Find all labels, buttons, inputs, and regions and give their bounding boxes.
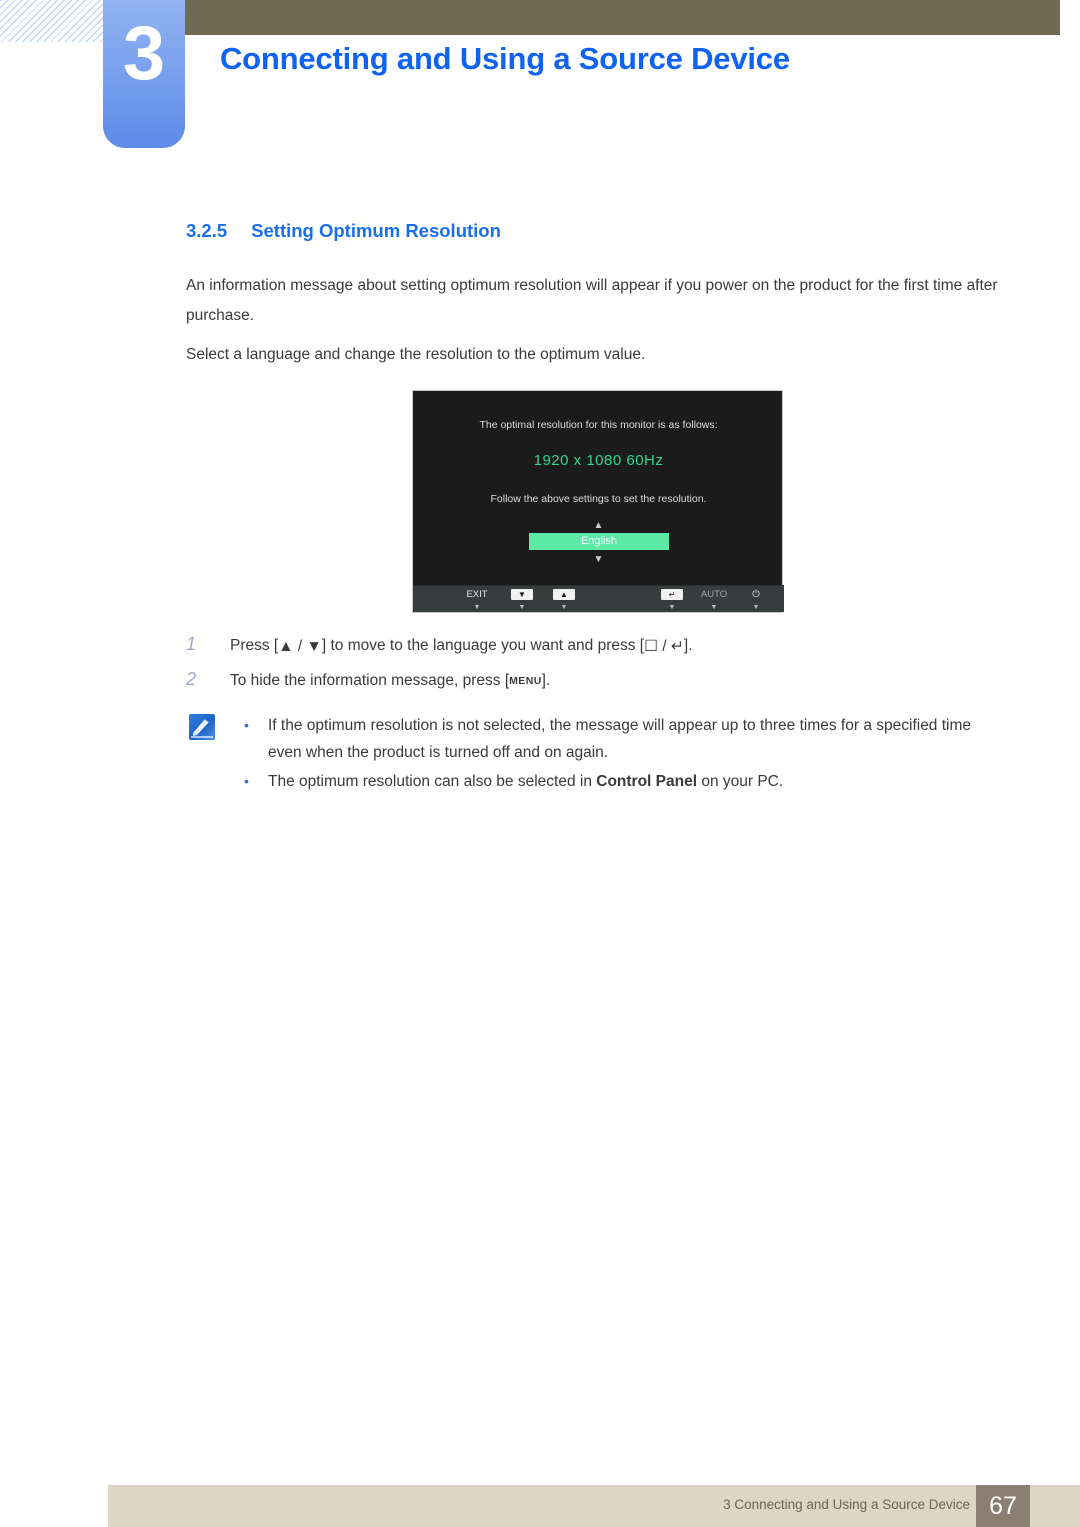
footer-bar: 3 Connecting and Using a Source Device 6… [108,1485,1080,1527]
section-title: Setting Optimum Resolution [251,220,501,241]
note-bullet-2-bold: Control Panel [596,773,698,790]
power-icon: ⏻ [752,589,760,600]
osd-button-enter-icon: ↵ [661,589,683,600]
osd-button-power[interactable]: ⏻ ▼ [733,589,779,612]
osd-button-power-tick: ▼ [752,604,760,611]
note-bullet-2-text-after: on your PC. [697,773,784,790]
osd-button-up[interactable]: ▲ ▼ [541,589,587,612]
osd-button-enter-tick: ▼ [668,604,676,611]
osd-button-up-icon: ▲ [553,589,575,600]
step-1-text-before: Press [ [230,637,279,654]
section-number: 3.2.5 [186,220,228,241]
corner-hatch-decoration [0,0,108,42]
osd-button-down[interactable]: ▼ ▼ [499,589,545,612]
step-2-text-after: ]. [541,672,551,689]
note-bullet-1-text: If the optimum resolution is not selecte… [268,717,972,761]
body-paragraph-2: Select a language and change the resolut… [186,346,646,363]
osd-button-exit-label: EXIT [466,589,488,600]
chapter-tab: 3 [103,0,185,148]
note-bullet-2: • The optimum resolution can also be sele… [244,768,1003,795]
step-2: 2 To hide the information message, press … [186,666,550,694]
step-1-text-after: ]. [683,637,693,654]
footer-chapter-text: 3 Connecting and Using a Source Device [723,1497,970,1512]
osd-button-up-tick: ▼ [560,604,568,611]
osd-button-auto-tick: ▼ [710,604,718,611]
osd-button-bar: EXIT ▼ ▼ ▼ ▲ ▼ ↵ ▼ AUTO ▼ ⏻ ▼ [413,585,784,612]
osd-button-auto-label: AUTO [700,589,728,600]
footer-page-number-box: 67 [976,1485,1030,1527]
osd-button-exit[interactable]: EXIT ▼ [454,589,500,612]
step-2-text-before: To hide the information message, press [ [230,672,510,689]
osd-button-exit-tick: ▼ [473,604,481,611]
osd-resolution-value: 1920 x 1080 60Hz [533,452,664,469]
osd-language-label: English [580,535,618,547]
up-down-arrow-keys-icon: ▲ / ▼ [278,638,322,655]
section-heading: 3.2.5 Setting Optimum Resolution [186,220,501,242]
step-1-index: 1 [186,634,197,654]
osd-arrow-down-icon[interactable]: ▼ [413,555,784,565]
chapter-title: Connecting and Using a Source Device [220,41,790,76]
chapter-number: 3 [122,11,166,96]
osd-screenshot: The optimal resolution for this monitor … [412,390,784,613]
note-bullet-1: • If the optimum resolution is not select… [244,712,1003,766]
note-bullet-2-text-before: The optimum resolution can also be selec… [268,773,597,790]
osd-button-down-tick: ▼ [518,604,526,611]
osd-message-line-1: The optimal resolution for this monitor … [479,419,718,431]
step-1: 1 Press [▲ / ▼] to move to the language y… [186,631,693,660]
osd-button-down-icon: ▼ [511,589,533,600]
page-number: 67 [989,1492,1017,1520]
menu-key-icon: MENU [509,675,542,687]
osd-message-line-2: Follow the above settings to set the res… [490,493,707,505]
step-1-text-middle: ] to move to the language you want and p… [321,637,645,654]
header-olive-bar [178,0,1060,35]
menu-enter-keys-icon: ☐ / ↵ [644,638,684,655]
manual-page: 3 Connecting and Using a Source Device 3… [0,0,1080,1527]
body-paragraph-1: An information message about setting opt… [186,277,998,324]
osd-button-auto[interactable]: AUTO ▼ [691,589,737,612]
bullet-dot-icon: • [244,717,249,733]
note-pen-icon [189,714,215,740]
osd-language-selector[interactable]: English [529,533,669,550]
osd-button-enter[interactable]: ↵ ▼ [649,589,695,612]
step-2-index: 2 [186,669,197,689]
bullet-dot-icon: • [244,773,249,789]
osd-arrow-up-icon[interactable]: ▲ [413,521,784,531]
